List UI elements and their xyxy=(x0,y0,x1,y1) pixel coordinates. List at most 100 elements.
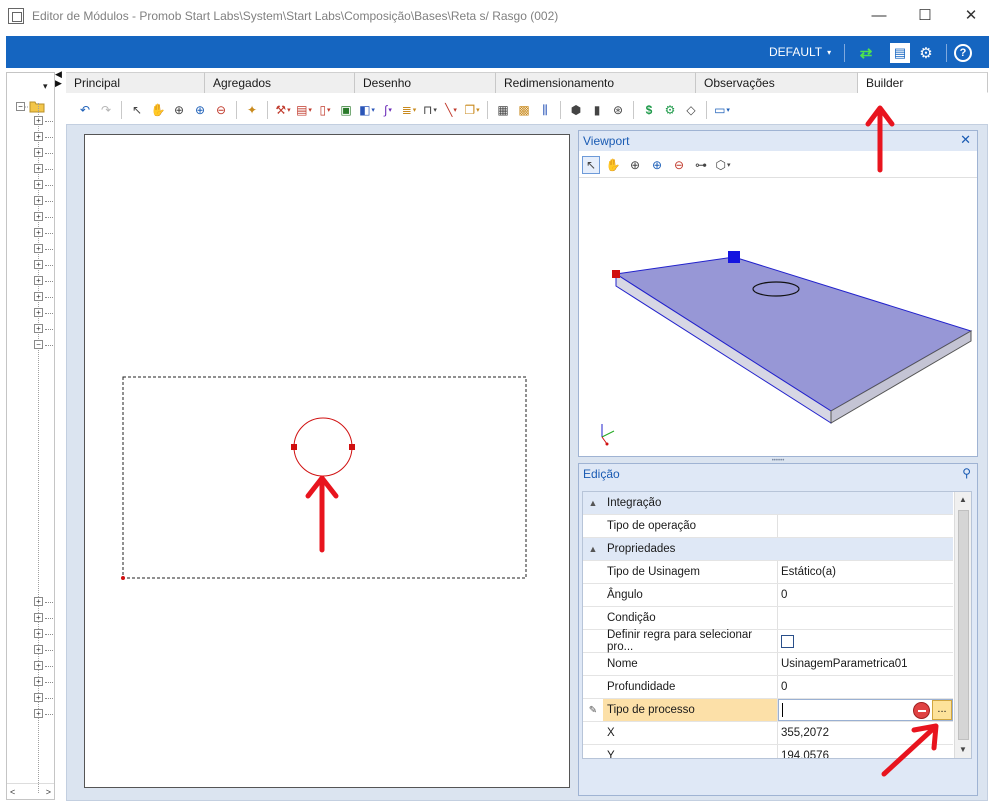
tab-redimensionamento[interactable]: Redimensionamento xyxy=(496,72,696,93)
price-icon[interactable]: $ xyxy=(640,101,658,119)
edge-icon[interactable]: ≣ xyxy=(400,101,418,119)
property-row[interactable]: Nome UsinagemParametrica01 xyxy=(583,653,953,676)
tree-node-toggle[interactable]: + xyxy=(34,148,43,157)
tree-root[interactable]: − xyxy=(16,100,45,113)
property-value[interactable] xyxy=(778,607,953,629)
scroll-left-icon[interactable]: < xyxy=(10,787,15,797)
property-category-row[interactable]: ▲ Integração xyxy=(583,492,953,515)
tag-icon[interactable]: ◇ xyxy=(682,101,700,119)
cabinet-icon[interactable]: ▮ xyxy=(588,101,606,119)
pan-hand-icon[interactable]: ✋ xyxy=(149,101,167,119)
minimize-button[interactable]: — xyxy=(856,0,902,30)
tree-node-toggle[interactable]: + xyxy=(34,709,43,718)
property-value[interactable] xyxy=(778,515,953,537)
zoom-in-icon[interactable]: ⊕ xyxy=(191,101,209,119)
clear-value-button[interactable] xyxy=(913,702,930,719)
tab-observacoes[interactable]: Observações xyxy=(696,72,858,93)
tab-desenho[interactable]: Desenho xyxy=(355,72,496,93)
property-value[interactable] xyxy=(778,630,953,652)
tree-node-toggle[interactable]: + xyxy=(34,324,43,333)
pan-hand-icon[interactable]: ✋ xyxy=(604,156,622,174)
curve-icon[interactable]: ∫ xyxy=(379,101,397,119)
tree-node-toggle[interactable]: + xyxy=(34,308,43,317)
scroll-thumb[interactable] xyxy=(958,510,969,740)
property-grid-scrollbar[interactable]: ▲ ▼ xyxy=(954,492,971,758)
property-value[interactable]: 0 xyxy=(778,676,953,698)
insert-part-icon[interactable]: ▣ xyxy=(337,101,355,119)
panel-divide-icon[interactable]: ▤ xyxy=(295,101,313,119)
selected-marker[interactable] xyxy=(728,251,740,263)
line-tool-icon[interactable]: ╲ xyxy=(442,101,460,119)
property-value[interactable]: 355,2072 xyxy=(778,722,953,744)
grid-icon[interactable]: ▩ xyxy=(515,101,533,119)
property-value[interactable]: UsinagemParametrica01 xyxy=(778,653,953,675)
property-row[interactable]: Ângulo 0 xyxy=(583,584,953,607)
circle-handle-right[interactable] xyxy=(349,444,355,450)
maximize-button[interactable]: ☐ xyxy=(902,0,948,30)
help-icon[interactable]: ? xyxy=(954,44,972,62)
property-row[interactable]: X 355,2072 xyxy=(583,722,953,745)
tree-node-toggle[interactable]: + xyxy=(34,196,43,205)
drill-circle[interactable] xyxy=(293,417,353,477)
tree-node-toggle[interactable]: + xyxy=(34,244,43,253)
drawing-canvas[interactable] xyxy=(84,134,570,788)
tree-node-toggle[interactable]: + xyxy=(34,677,43,686)
tree-node-toggle[interactable]: + xyxy=(34,132,43,141)
select-arrow-icon[interactable]: ↖ xyxy=(128,101,146,119)
tree-node-toggle[interactable]: + xyxy=(34,116,43,125)
zoom-extents-icon[interactable]: ⊖ xyxy=(212,101,230,119)
property-row[interactable]: Tipo de Usinagem Estático(a) xyxy=(583,561,953,584)
collapse-category-icon[interactable]: ▲ xyxy=(583,492,603,514)
calculator-icon[interactable]: ▦ xyxy=(494,101,512,119)
close-window-button[interactable]: ✕ xyxy=(948,0,994,30)
columns-icon[interactable]: ⫼ xyxy=(536,101,554,119)
gears-icon[interactable]: ⚙ xyxy=(916,43,936,63)
tree-node-toggle[interactable]: + xyxy=(34,597,43,606)
tab-principal[interactable]: Principal xyxy=(66,72,205,93)
orbit-icon[interactable]: ⊶ xyxy=(692,156,710,174)
scroll-right-icon[interactable]: > xyxy=(46,787,51,797)
tree-node-toggle[interactable]: + xyxy=(34,292,43,301)
property-row[interactable]: Y 194,0576 xyxy=(583,745,953,758)
tree-menu-dropdown[interactable]: ▾ xyxy=(43,81,48,92)
property-row[interactable]: Condição xyxy=(583,607,953,630)
redo-icon[interactable]: ↷ xyxy=(97,101,115,119)
collapse-category-icon[interactable]: ▲ xyxy=(583,538,603,560)
copy-component-icon[interactable]: ❐ xyxy=(463,101,481,119)
panel-collapse-arrows[interactable]: ◀ ▶ xyxy=(55,70,62,88)
drill-icon[interactable]: ⚒ xyxy=(274,101,292,119)
scroll-down-icon[interactable]: ▼ xyxy=(955,742,971,758)
price-settings-icon[interactable]: ⚙ xyxy=(661,101,679,119)
material-icon[interactable]: ◧ xyxy=(358,101,376,119)
origin-marker[interactable] xyxy=(612,270,620,278)
money-bag-icon[interactable]: ⊛ xyxy=(609,101,627,119)
property-category-row[interactable]: ▲ Propriedades xyxy=(583,538,953,561)
rule-checkbox[interactable] xyxy=(781,634,794,648)
tree-node-toggle[interactable]: + xyxy=(34,228,43,237)
tree-node-toggle[interactable]: + xyxy=(34,693,43,702)
circle-handle-left[interactable] xyxy=(291,444,297,450)
tree-node-toggle[interactable]: + xyxy=(34,180,43,189)
property-value[interactable]: Estático(a) xyxy=(778,561,953,583)
zoom-window-icon[interactable]: ⊕ xyxy=(626,156,644,174)
pin-icon[interactable]: ⚲ xyxy=(962,466,971,480)
tree-node-toggle[interactable]: + xyxy=(34,645,43,654)
close-icon[interactable]: ✕ xyxy=(960,132,971,148)
property-row[interactable]: Profundidade 0 xyxy=(583,676,953,699)
dimension-icon[interactable]: ⊓ xyxy=(421,101,439,119)
property-row[interactable]: Tipo de operação xyxy=(583,515,953,538)
property-row[interactable]: Definir regra para selecionar pro... xyxy=(583,629,953,653)
property-value[interactable]: 0 xyxy=(778,584,953,606)
property-value[interactable]: 194,0576 xyxy=(778,745,953,758)
tree-node-toggle[interactable]: + xyxy=(34,260,43,269)
tree-node-toggle[interactable]: + xyxy=(34,613,43,622)
zoom-in-icon[interactable]: ⊕ xyxy=(648,156,666,174)
zoom-extents-icon[interactable]: ⊖ xyxy=(670,156,688,174)
tree-root-toggle[interactable]: − xyxy=(16,102,25,111)
zoom-window-icon[interactable]: ⊕ xyxy=(170,101,188,119)
undo-icon[interactable]: ↶ xyxy=(76,101,94,119)
property-row[interactable]: ✎ Tipo de processo... xyxy=(583,699,953,722)
tree-node-toggle[interactable]: + xyxy=(34,629,43,638)
tree-node-toggle[interactable]: − xyxy=(34,340,43,349)
viewport-3d-scene[interactable] xyxy=(579,179,977,457)
